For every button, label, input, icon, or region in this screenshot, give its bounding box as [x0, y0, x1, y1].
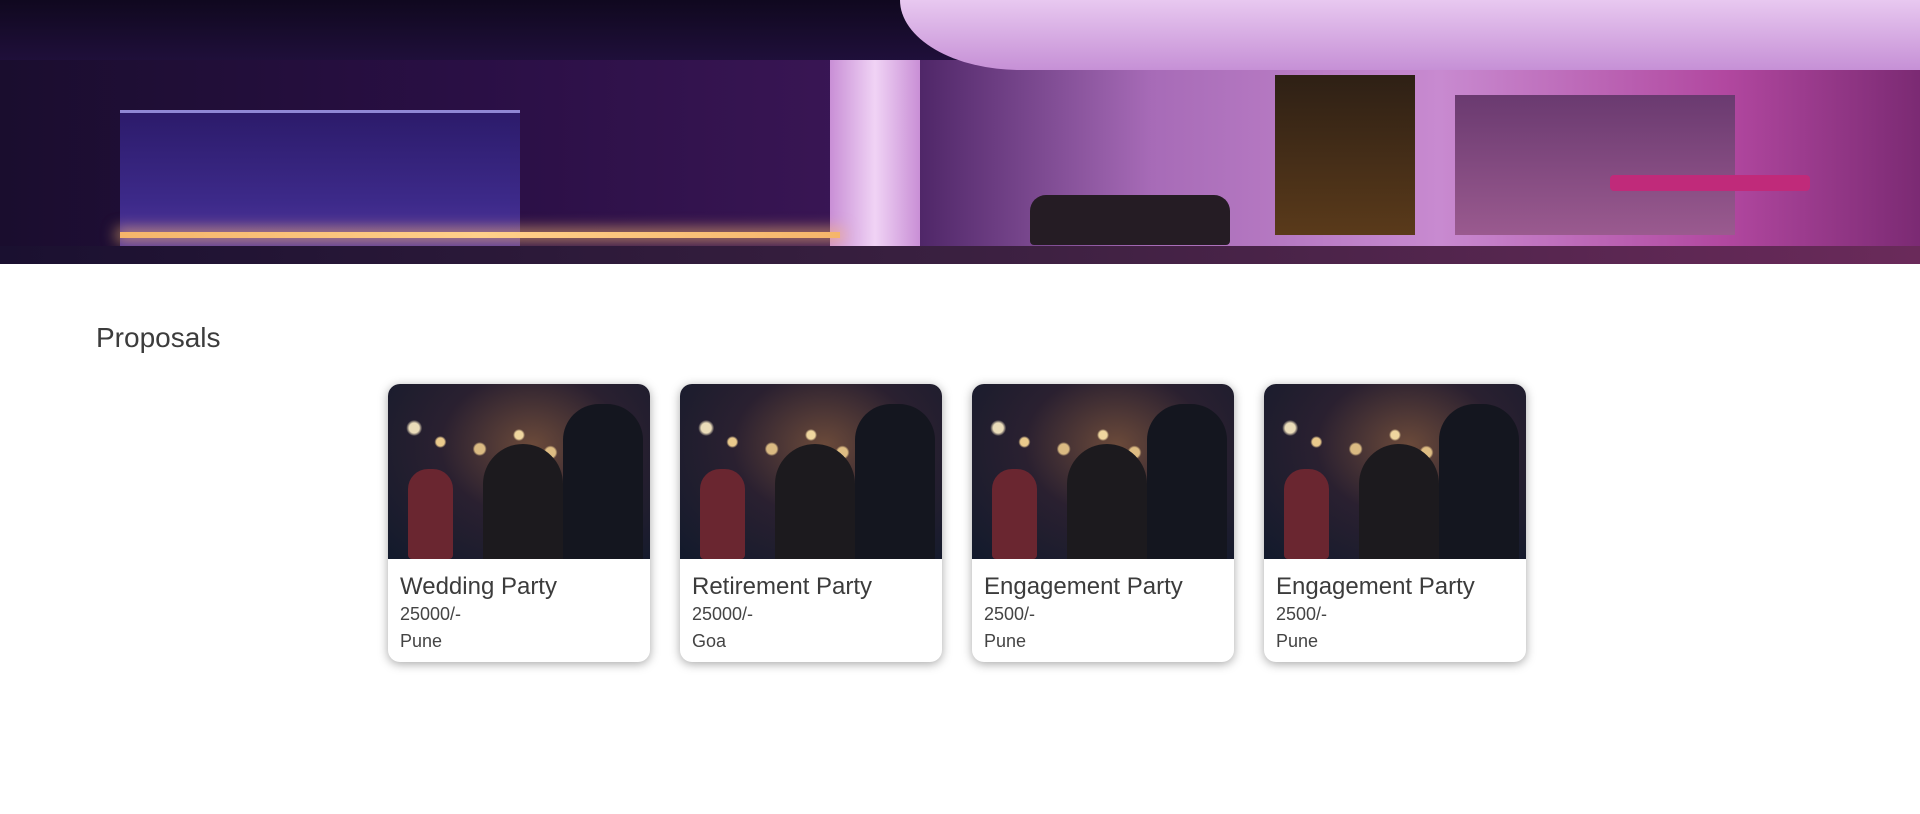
proposal-list: Wedding Party 25000/- Pune Retirement Pa…: [388, 384, 1526, 662]
hero-curtain: [830, 60, 920, 264]
proposal-title: Engagement Party: [984, 573, 1183, 600]
bride-figure: [1067, 444, 1147, 559]
guest-figure: [992, 469, 1037, 559]
proposal-location: Pune: [1276, 631, 1319, 651]
proposal-price: 25000/-: [400, 604, 462, 624]
bride-figure: [1359, 444, 1439, 559]
proposal-title: Wedding Party: [400, 573, 557, 600]
proposal-card[interactable]: Engagement Party 2500/- Pune: [972, 384, 1234, 662]
proposal-card[interactable]: Retirement Party 25000/- Goa: [680, 384, 942, 662]
section-title: Proposals: [96, 322, 221, 353]
proposal-location: Pune: [984, 631, 1027, 651]
party-photo: [388, 384, 650, 559]
groom-figure: [1439, 404, 1519, 559]
proposal-title: Retirement Party: [692, 573, 873, 600]
hero-window: [1455, 95, 1735, 235]
hero-tent-canopy: [900, 0, 1920, 70]
bride-figure: [483, 444, 563, 559]
hero-doorway: [1275, 75, 1415, 235]
proposal-price: 2500/-: [1276, 604, 1328, 624]
groom-figure: [855, 404, 935, 559]
hero-light-strip: [120, 232, 840, 238]
guest-figure: [408, 469, 453, 559]
proposal-location: Pune: [400, 631, 443, 651]
guest-figure: [700, 469, 745, 559]
hero-sofa: [1030, 195, 1230, 245]
card-body: Wedding Party 25000/- Pune: [388, 559, 650, 655]
groom-figure: [1147, 404, 1227, 559]
card-body: Retirement Party 25000/- Goa: [680, 559, 942, 655]
hero-glass-panel: [120, 110, 520, 263]
card-body: Engagement Party 2500/- Pune: [972, 559, 1234, 655]
proposal-title: Engagement Party: [1276, 573, 1475, 600]
hero-floor: [0, 246, 1920, 264]
party-photo: [1264, 384, 1526, 559]
party-photo: [680, 384, 942, 559]
bride-figure: [775, 444, 855, 559]
proposal-price: 2500/-: [984, 604, 1036, 624]
proposal-price: 25000/-: [692, 604, 754, 624]
guest-figure: [1284, 469, 1329, 559]
hero-banner: [0, 0, 1920, 264]
proposal-card[interactable]: Wedding Party 25000/- Pune: [388, 384, 650, 662]
hero-table: [1610, 175, 1810, 191]
groom-figure: [563, 404, 643, 559]
proposal-card[interactable]: Engagement Party 2500/- Pune: [1264, 384, 1526, 662]
party-photo: [972, 384, 1234, 559]
card-body: Engagement Party 2500/- Pune: [1264, 559, 1526, 655]
proposal-location: Goa: [692, 631, 727, 651]
